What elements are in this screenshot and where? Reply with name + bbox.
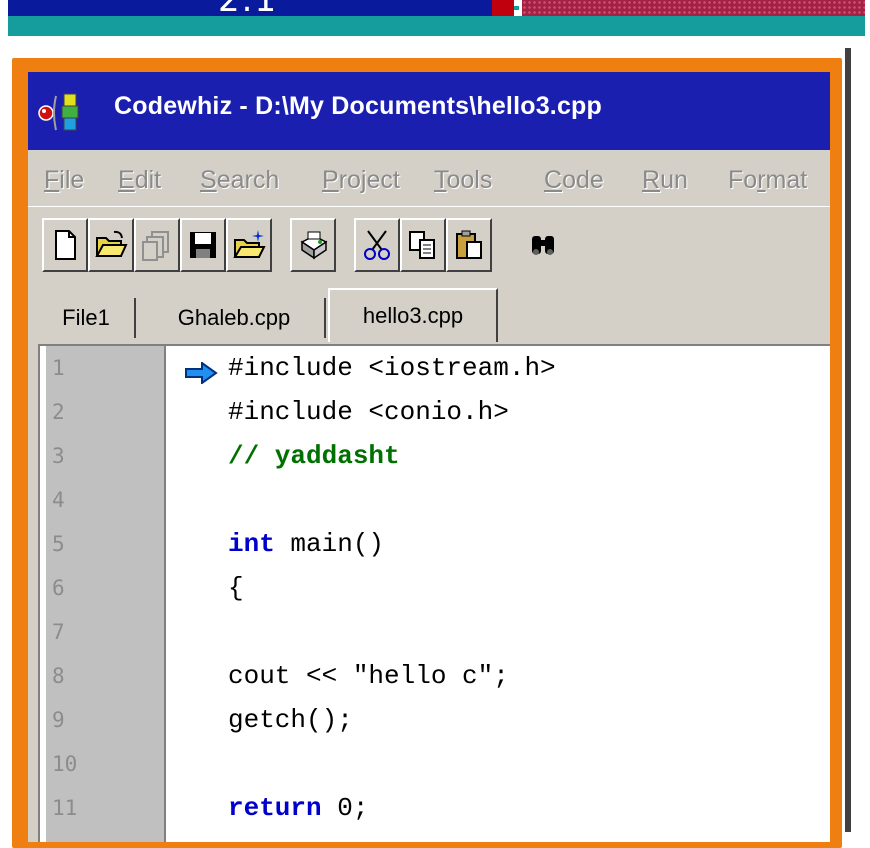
- toolbar: [28, 208, 830, 284]
- line-number: 4: [52, 488, 65, 512]
- find-binoculars-icon: [532, 236, 554, 255]
- title-bar[interactable]: Codewhiz - D:\My Documents\hello3.cpp: [28, 72, 830, 150]
- window-shadow: [845, 48, 851, 832]
- menu-run[interactable]: Run: [642, 166, 688, 195]
- file-tabs: File1 Ghaleb.cpp hello3.cpp: [28, 286, 830, 342]
- tab-label: hello3.cpp: [362, 303, 464, 328]
- app-icon[interactable]: [34, 92, 104, 134]
- banner-divider: [514, 6, 519, 10]
- background-top-strip: 2.1: [0, 0, 870, 36]
- new-file-button[interactable]: [42, 218, 88, 272]
- line-number: 7: [52, 620, 65, 644]
- tab-file1[interactable]: File1: [38, 298, 136, 338]
- line-number: 5: [52, 532, 65, 556]
- line-number: 10: [52, 752, 78, 776]
- tab-label: Ghaleb.cpp: [177, 305, 291, 330]
- menu-search[interactable]: Search: [200, 166, 279, 195]
- line-number: 11: [52, 796, 78, 820]
- line-number-gutter: 1 2 3 4 5 6 7 8 9 10 11: [44, 346, 166, 842]
- copy-pages-button[interactable]: [134, 218, 180, 272]
- copy-button[interactable]: [400, 218, 446, 272]
- save-button[interactable]: [180, 218, 226, 272]
- tab-label: File1: [62, 305, 110, 330]
- line-number: 3: [52, 444, 65, 468]
- keyword: int: [228, 529, 275, 559]
- banner-red-block: [492, 0, 514, 16]
- code-line: getch();: [228, 705, 353, 735]
- menu-edit[interactable]: Edit: [118, 166, 161, 195]
- code-comment-line: // yaddasht: [228, 441, 400, 471]
- code-line: #include <conio.h>: [228, 397, 509, 427]
- cut-button[interactable]: [354, 218, 400, 272]
- banner-text: 2.1: [218, 0, 278, 16]
- line-number: 1: [52, 356, 65, 380]
- print-button[interactable]: [290, 218, 336, 272]
- keyword: return: [228, 793, 322, 823]
- menu-code[interactable]: Code: [544, 166, 604, 195]
- open-file-button[interactable]: [88, 218, 134, 272]
- print-icon: [300, 231, 328, 260]
- code-line: #include <iostream.h>: [228, 353, 556, 383]
- background-banner: 2.1: [8, 0, 492, 16]
- codewhiz-window: Codewhiz - D:\My Documents\hello3.cpp Fi…: [28, 72, 830, 842]
- execution-arrow-icon: [185, 362, 218, 384]
- cut-scissors-icon: [364, 230, 390, 260]
- code-line: {: [228, 573, 244, 603]
- line-number: 6: [52, 576, 65, 600]
- copy-icon: [409, 231, 435, 259]
- tab-hello3-cpp[interactable]: hello3.cpp: [328, 288, 498, 342]
- window-title: Codewhiz - D:\My Documents\hello3.cpp: [114, 92, 602, 120]
- find-button[interactable]: [520, 218, 566, 272]
- code-editor[interactable]: 1 2 3 4 5 6 7 8 9 10 11 #include <iostre…: [38, 344, 830, 842]
- menu-tools[interactable]: Tools: [434, 166, 492, 195]
- tab-ghaleb-cpp[interactable]: Ghaleb.cpp: [144, 298, 326, 338]
- code-line: cout << "hello c";: [228, 661, 509, 691]
- code-line: return 0;: [228, 793, 369, 823]
- paste-button[interactable]: [446, 218, 492, 272]
- code-line: int main(): [228, 529, 385, 559]
- save-disk-icon: [190, 232, 216, 258]
- line-number: 9: [52, 708, 65, 732]
- paste-icon: [456, 230, 482, 259]
- menu-format[interactable]: Format: [728, 166, 807, 195]
- open-project-button[interactable]: [226, 218, 272, 272]
- line-number: 2: [52, 400, 65, 424]
- line-number: 8: [52, 664, 65, 688]
- menu-bar: File Edit Search Project Tools Code Run …: [28, 150, 830, 207]
- menu-file[interactable]: File: [44, 166, 84, 195]
- open-project-icon: [233, 230, 266, 258]
- menu-project[interactable]: Project: [322, 166, 400, 195]
- new-file-icon: [55, 230, 76, 260]
- banner-teal-band: [8, 16, 865, 36]
- banner-pattern: [522, 0, 865, 16]
- copy-pages-icon: [142, 231, 169, 261]
- open-folder-icon: [95, 230, 128, 257]
